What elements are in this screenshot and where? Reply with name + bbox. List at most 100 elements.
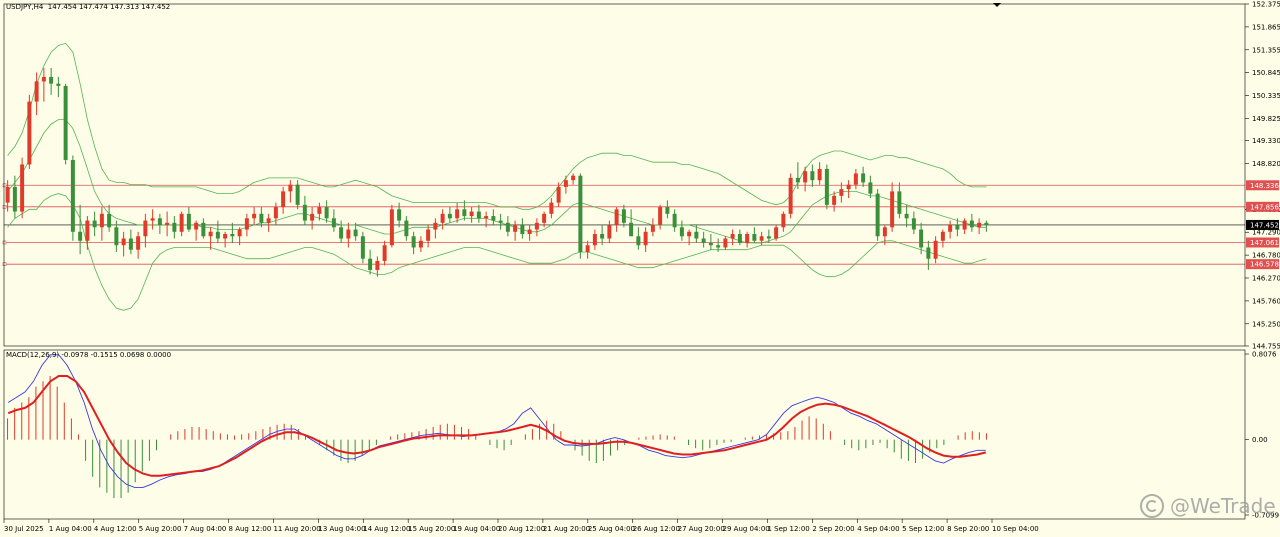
candle-body [571,175,576,181]
candle-body [563,180,568,187]
candle-body [107,213,112,228]
candle-body [948,225,953,232]
candle-body [426,229,431,241]
candle-body [215,231,220,239]
time-tick-label: 4 Sep 04:00 [857,525,899,533]
candle-body [317,207,322,214]
candle-body [259,213,264,223]
candle-body [447,213,452,219]
candle-body [846,184,851,190]
candle-body [310,213,315,221]
candle-body [795,177,800,183]
candle-body [462,209,467,217]
candle-body [752,234,757,241]
candle-body [368,258,373,270]
candle-body [759,236,764,241]
candle-body [469,211,474,217]
time-tick-label: 21 Aug 20:00 [543,525,590,533]
candle-body [360,236,365,259]
candle-body [484,216,489,219]
candle-body [890,191,895,228]
candle-body [904,213,909,219]
candle-body [984,222,989,226]
candle-body [962,220,967,230]
candle-body [969,220,974,228]
candle-body [491,216,496,221]
price-tick-label: 145.250 [1252,320,1280,328]
ohlc-header: USDJPY,H4 147.454 147.474 147.313 147.45… [6,3,170,11]
candle-body [607,225,612,239]
level-anchor-icon [2,240,7,245]
time-tick-label: 20 Aug 12:00 [498,525,545,533]
candle-body [302,204,307,221]
candle-body [56,83,61,86]
price-chart[interactable]: 152.375 151.865 151.355 150.845 150.335 149.8… [0,0,1280,537]
time-tick-label: 19 Aug 04:00 [453,525,500,533]
candle-body [578,175,583,252]
candle-body [99,213,104,228]
candle-body [933,240,938,259]
candle-body [940,231,945,241]
candle-body [92,220,97,228]
price-tick-label: 150.845 [1252,69,1280,77]
time-tick-label: 30 Jul 2025 [4,525,44,533]
candle-body [179,213,184,232]
price-tick-label: 144.755 [1252,343,1280,351]
price-tick-label: 151.865 [1252,23,1280,31]
candle-body [861,173,866,183]
candle-body [882,227,887,237]
candle-body [397,209,402,221]
candle-body [643,231,648,246]
candle-body [788,177,793,214]
time-tick-label: 8 Sep 20:00 [947,525,989,533]
candle-body [687,231,692,237]
candle-body [143,220,148,237]
candle-body [737,234,742,243]
candle-body [672,213,677,228]
candle-body [694,231,699,239]
candle-body [339,227,344,239]
candle-body [549,202,554,214]
candle-body [911,218,916,230]
candle-body [824,168,829,205]
candle-body [592,234,597,246]
candle-body [353,229,358,237]
candle-body [404,220,409,237]
candle-body [853,173,858,185]
candle-body [708,242,713,246]
candle-body [20,164,25,212]
level-price-label: 146.578 [1250,261,1279,269]
candle-body [665,207,670,214]
time-tick-label: 27 Aug 20:00 [678,525,725,533]
candle-body [897,191,902,214]
candle-body [136,236,141,250]
candle-body [157,218,162,226]
candle-body [85,220,90,241]
time-tick-label: 11 Aug 20:00 [273,525,320,533]
candle-body [295,184,300,205]
candle-body [919,229,924,248]
level-price-label: 148.336 [1250,182,1279,190]
candle-body [128,238,133,250]
level-price-label: 147.061 [1250,239,1279,247]
time-tick-label: 1 Sep 12:00 [767,525,809,533]
candle-body [237,229,242,237]
candle-body [41,76,46,82]
level-anchor-icon [2,205,7,209]
price-tick-label: 149.330 [1252,137,1280,145]
candle-body [614,209,619,226]
candle-body [12,186,17,212]
candle-body [527,229,532,235]
time-tick-label: 26 Aug 12:00 [633,525,680,533]
macd-tick-label: 0.00 [1252,436,1268,444]
candle-body [27,101,32,165]
chart-background [0,0,1280,537]
current-price-label: 147.452 [1250,221,1279,229]
candle-body [810,171,815,181]
time-tick-label: 4 Aug 12:00 [94,525,137,533]
time-tick-label: 1 Aug 04:00 [49,525,92,533]
time-tick-label: 8 Aug 12:00 [229,525,272,533]
candle-body [679,227,684,237]
candle-body [701,238,706,243]
price-tick-label: 148.820 [1252,160,1280,168]
